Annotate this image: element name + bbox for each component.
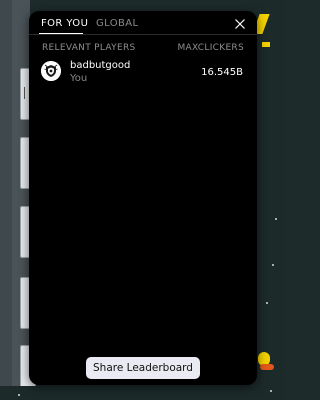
column-header-maxclickers: MAXCLICKERS [177,43,244,53]
background-star [270,390,272,392]
player-subtitle: You [70,73,88,84]
tabs-divider [29,34,257,35]
background-orange-shape [260,364,274,370]
background-yellow-shape [262,42,270,47]
player-score: 16.545B [201,67,243,78]
background-star [266,302,268,304]
avatar [41,61,61,81]
background-bottom-strip [0,386,286,400]
close-icon[interactable] [234,18,246,30]
background-star [275,218,277,220]
background-left-strip [0,0,12,400]
background-star [18,394,20,396]
column-header-players: RELEVANT PLAYERS [42,43,136,53]
leaderboard-tabs: FOR YOU GLOBAL [29,11,257,37]
share-leaderboard-button[interactable]: Share Leaderboard [86,357,200,379]
shield-crest-icon [41,61,61,81]
tab-for-you[interactable]: FOR YOU [41,18,88,29]
leaderboard-panel: FOR YOU GLOBAL RELEVANT PLAYERS MAXCLICK… [29,11,257,385]
leaderboard-row[interactable]: badbutgood You 16.545B [29,59,257,89]
background-star [272,264,274,266]
tab-global[interactable]: GLOBAL [96,18,139,29]
player-name: badbutgood [70,60,131,71]
